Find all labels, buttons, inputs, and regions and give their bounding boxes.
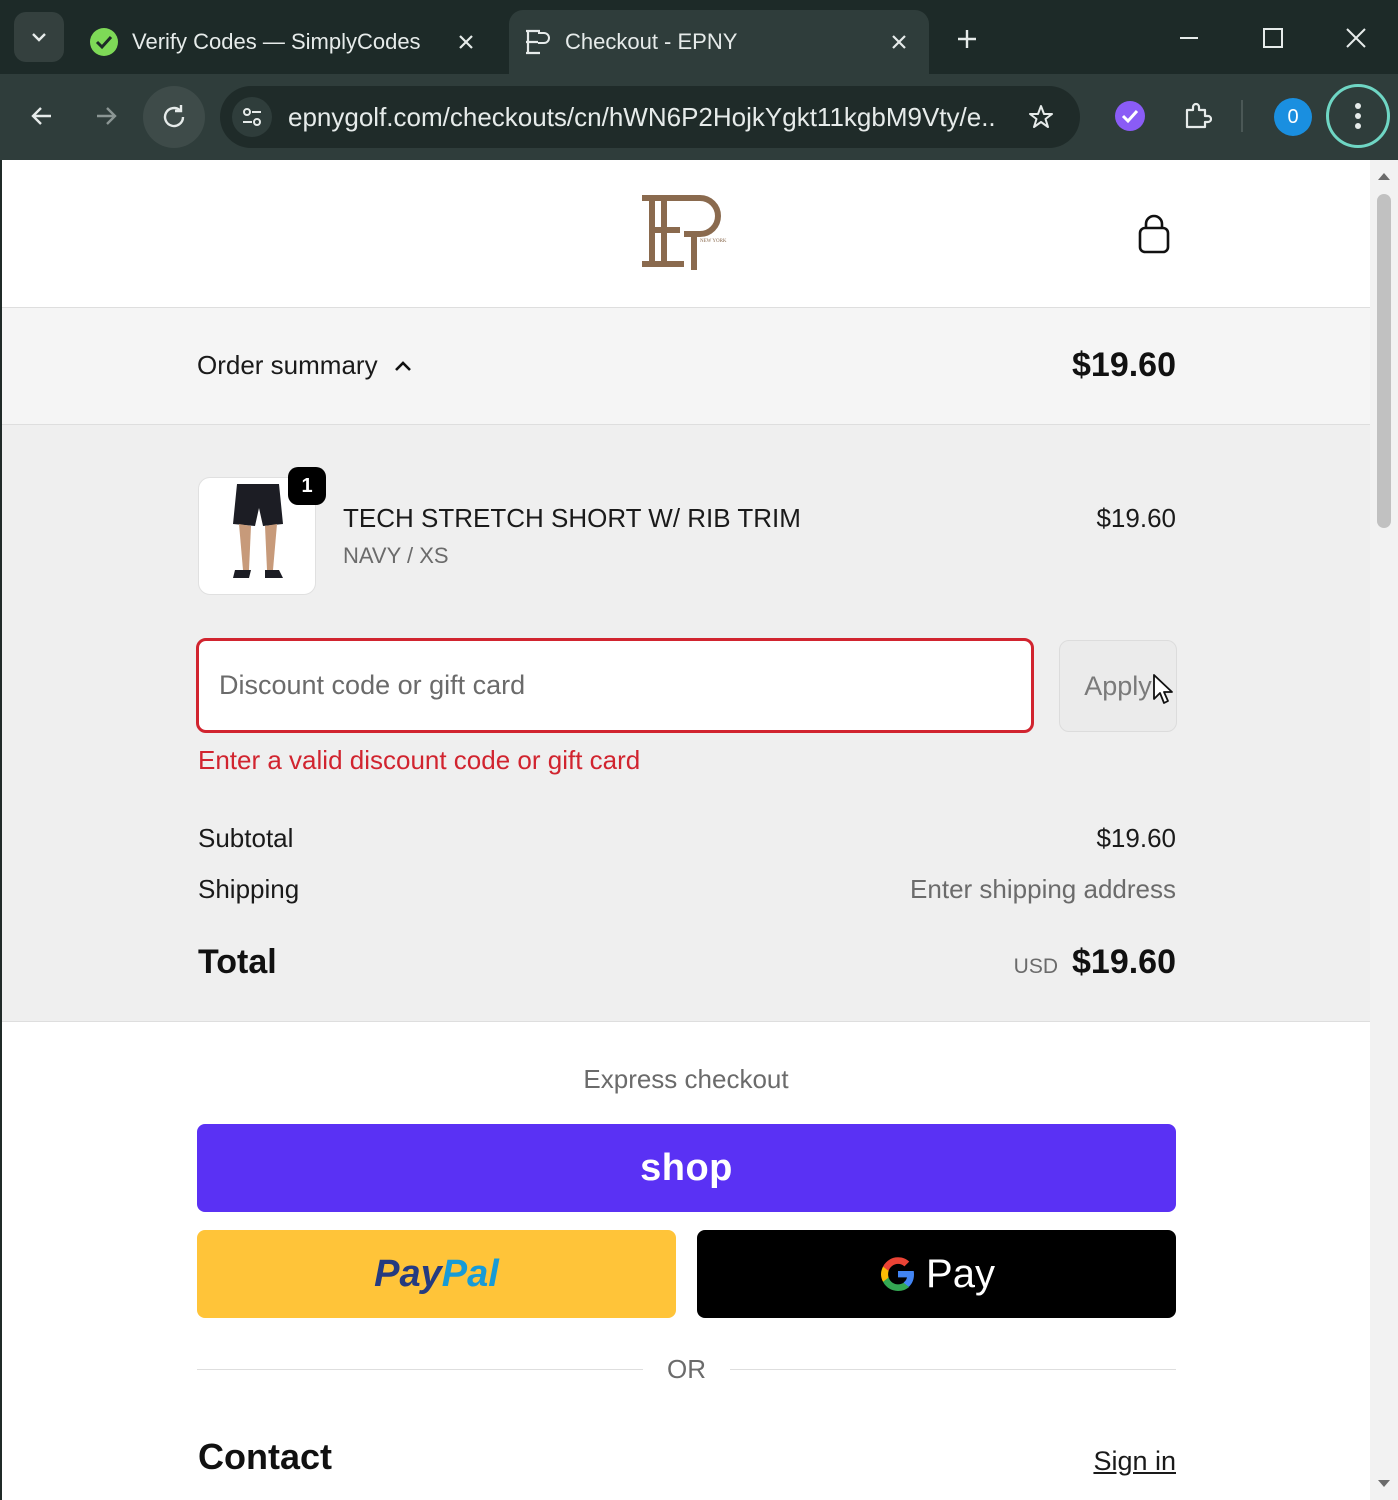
google-pay-label: Pay: [926, 1251, 995, 1296]
simplycodes-icon: [88, 26, 120, 58]
chevron-down-icon: [32, 33, 46, 42]
order-summary-panel: 1 TECH STRETCH SHORT W/ RIB TRIM NAVY / …: [2, 425, 1370, 1022]
site-info-icon[interactable]: [232, 97, 272, 137]
order-summary-toggle[interactable]: Order summary: [197, 350, 414, 381]
minimize-button[interactable]: [1166, 16, 1212, 60]
tab-simplycodes[interactable]: Verify Codes — SimplyCodes: [76, 10, 496, 74]
maximize-icon: [1263, 28, 1283, 48]
currency-code: USD: [1013, 955, 1058, 978]
express-checkout-label: Express checkout: [583, 1064, 789, 1094]
extensions-puzzle-icon[interactable]: [1175, 94, 1219, 138]
forward-arrow-icon: [97, 107, 117, 125]
quantity-badge: 1: [288, 467, 326, 505]
close-window-button[interactable]: [1333, 16, 1379, 60]
svg-text:NEW YORK: NEW YORK: [700, 239, 727, 244]
browser-toolbar: epnygolf.com/checkouts/cn/hWN6P2HojkYgkt…: [0, 74, 1398, 160]
scroll-up-arrow-icon[interactable]: [1376, 168, 1392, 184]
browser-menu-button[interactable]: [1326, 84, 1390, 148]
discount-error-message: Enter a valid discount code or gift card: [198, 745, 641, 775]
product-variant: NAVY / XS: [343, 543, 449, 568]
scrollbar-thumb[interactable]: [1377, 194, 1391, 528]
close-tab-icon[interactable]: [885, 28, 913, 56]
shop-pay-logo: shop: [640, 1146, 733, 1189]
tab-search-button[interactable]: [14, 12, 64, 62]
total-value: $19.60: [1072, 943, 1176, 981]
mouse-cursor-icon: [1153, 674, 1173, 704]
product-name: TECH STRETCH SHORT W/ RIB TRIM: [343, 503, 801, 533]
epny-logo[interactable]: NEW YORK: [638, 192, 734, 274]
maximize-button[interactable]: [1250, 16, 1296, 60]
chevron-up-icon: [392, 355, 414, 377]
sign-in-link[interactable]: Sign in: [1093, 1446, 1176, 1477]
order-summary-total: $19.60: [1072, 346, 1176, 384]
paypal-button[interactable]: Pay Pal: [197, 1230, 676, 1318]
reload-button[interactable]: [143, 86, 205, 148]
or-divider: OR: [197, 1350, 1176, 1390]
shipping-value: Enter shipping address: [910, 874, 1176, 904]
back-button[interactable]: [20, 94, 64, 138]
plus-icon: [958, 30, 976, 48]
total-label: Total: [198, 943, 277, 981]
paypal-logo-pay: Pay: [374, 1252, 442, 1295]
shop-pay-button[interactable]: shop: [197, 1124, 1176, 1212]
google-g-icon: [881, 1257, 915, 1291]
order-summary-bar[interactable]: Order summary $19.60: [2, 308, 1370, 425]
subtotal-value: $19.60: [1096, 823, 1176, 853]
subtotal-label: Subtotal: [198, 823, 294, 853]
profile-avatar[interactable]: 0: [1274, 98, 1312, 136]
page-scrollbar[interactable]: [1370, 160, 1398, 1500]
product-price: $19.60: [1096, 503, 1176, 533]
tab-checkout[interactable]: Checkout - EPNY: [509, 10, 929, 74]
google-pay-button[interactable]: Pay: [697, 1230, 1176, 1318]
or-label: OR: [667, 1354, 706, 1384]
back-arrow-icon: [31, 107, 51, 125]
shopping-bag-icon[interactable]: [1132, 212, 1176, 256]
order-summary-label: Order summary: [197, 350, 378, 380]
more-vert-icon: [1355, 103, 1361, 129]
discount-code-input[interactable]: [196, 638, 1034, 733]
close-tab-icon[interactable]: [452, 28, 480, 56]
forward-button[interactable]: [84, 94, 128, 138]
close-icon: [1346, 28, 1366, 48]
scroll-down-arrow-icon[interactable]: [1376, 1476, 1392, 1492]
store-header: NEW YORK: [2, 160, 1370, 308]
shipping-label: Shipping: [198, 874, 300, 904]
minimize-icon: [1180, 37, 1198, 39]
checkout-page: NEW YORK Order summary $19.60 1 TECH STR…: [2, 160, 1370, 1500]
epny-icon: [521, 26, 553, 58]
new-tab-button[interactable]: [948, 20, 986, 58]
contact-heading: Contact: [198, 1436, 332, 1477]
extension-simplycodes-icon[interactable]: [1108, 94, 1152, 138]
url-text[interactable]: epnygolf.com/checkouts/cn/hWN6P2HojkYgkt…: [288, 102, 998, 132]
bookmark-star-icon[interactable]: [1024, 100, 1058, 134]
tab-title: Checkout - EPNY: [565, 29, 738, 54]
paypal-logo-pal: Pal: [441, 1252, 499, 1295]
total-amount: USD $19.60: [1014, 943, 1176, 982]
tab-strip: Verify Codes — SimplyCodes Checkout - EP…: [0, 0, 1398, 74]
toolbar-separator: [1241, 100, 1243, 132]
reload-icon: [163, 105, 185, 128]
tab-title: Verify Codes — SimplyCodes: [132, 29, 421, 54]
address-bar[interactable]: epnygolf.com/checkouts/cn/hWN6P2HojkYgkt…: [220, 86, 1080, 148]
